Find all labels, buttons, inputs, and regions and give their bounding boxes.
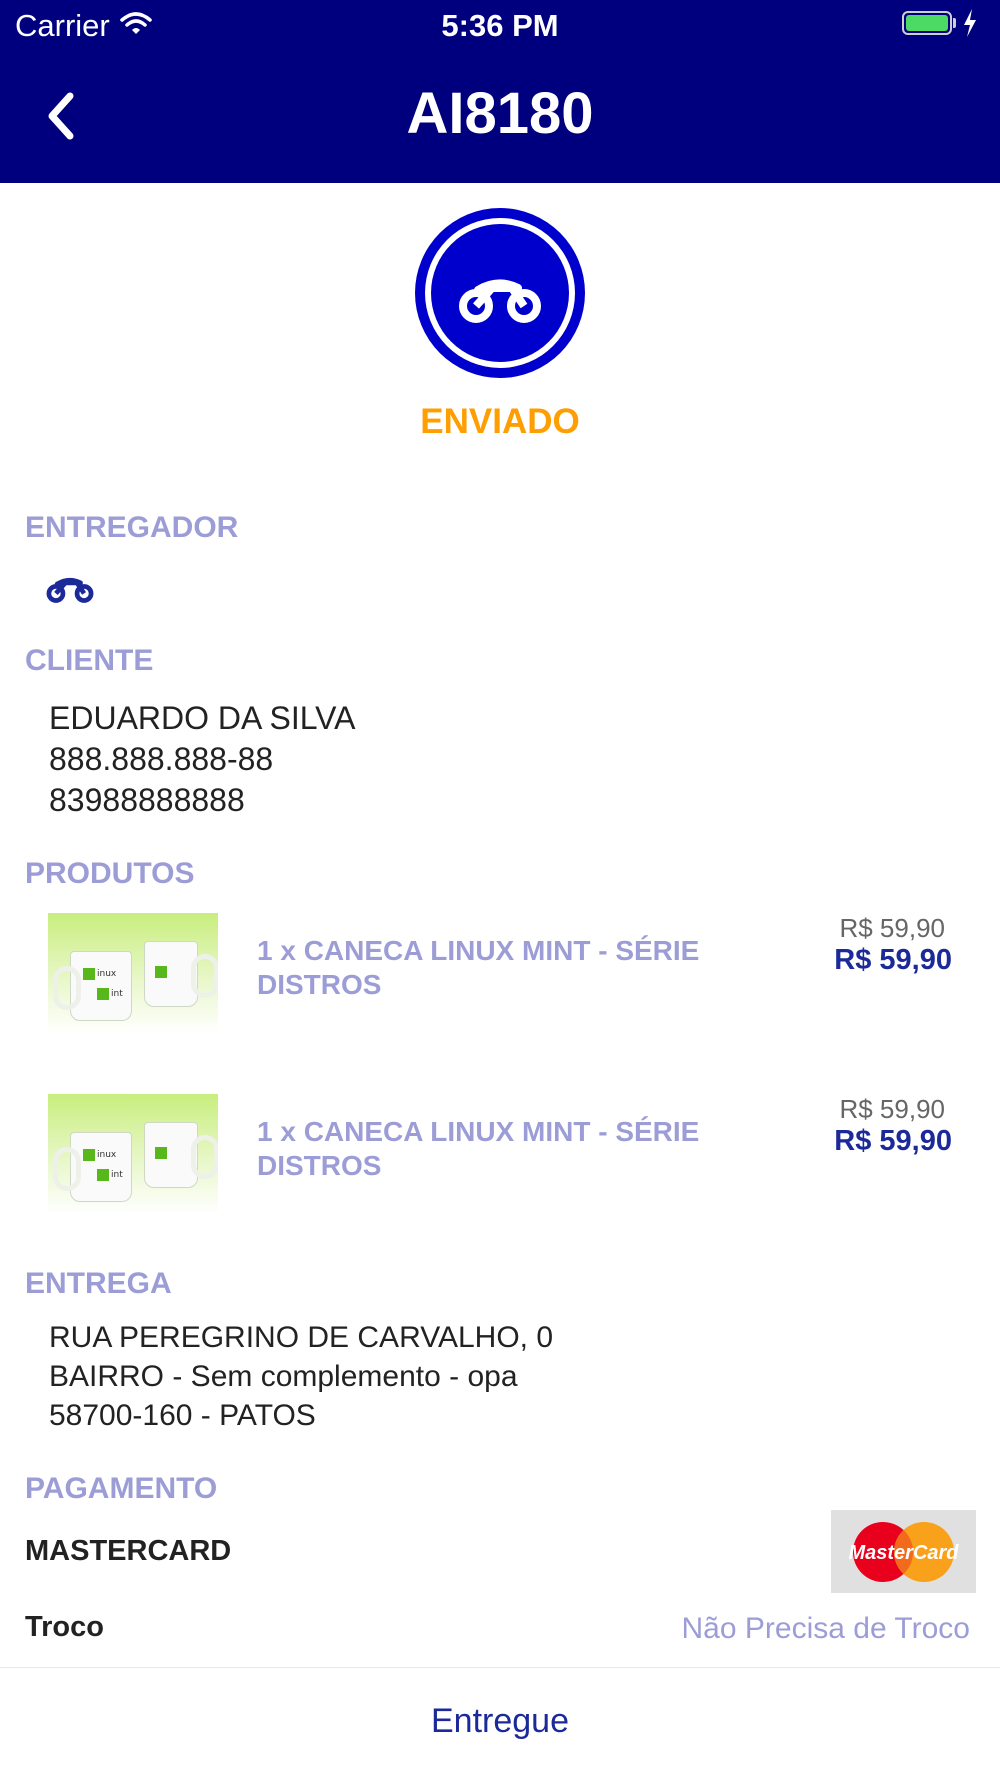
client-cpf: 888.888.888-88 [49, 741, 274, 777]
order-status-badge [415, 208, 585, 378]
charging-bolt-icon [962, 9, 978, 42]
battery-tip [953, 18, 956, 28]
section-produtos: PRODUTOS [25, 857, 195, 890]
section-entregador: ENTREGADOR [25, 511, 239, 544]
status-time: 5:36 PM [441, 8, 559, 43]
navigation-bar: Carrier 5:36 PM AI8180 [0, 0, 1000, 183]
product-unit-price: R$ 59,90 [839, 913, 945, 943]
page-title: AI8180 [406, 81, 594, 146]
product-image: inux int [48, 1094, 218, 1214]
payment-method: MASTERCARD [25, 1535, 232, 1567]
client-name: EDUARDO DA SILVA [49, 700, 356, 736]
product-total-price: R$ 59,90 [834, 944, 952, 976]
section-entrega: ENTREGA [25, 1267, 172, 1300]
address-line-3: 58700-160 - PATOS [49, 1399, 316, 1432]
product-name: 1 x CANECA LINUX MINT - SÉRIE DISTROS [257, 1116, 700, 1181]
mug-text-linux: inux [97, 1150, 117, 1160]
mastercard-logo: MasterCard [831, 1510, 976, 1593]
mug-text-linux: inux [97, 969, 117, 979]
product-unit-price: R$ 59,90 [839, 1094, 945, 1124]
order-status-label: ENVIADO [420, 402, 580, 441]
section-cliente: CLIENTE [25, 644, 154, 677]
courier-motorcycle-icon [45, 570, 95, 609]
mastercard-logo-text: MasterCard [848, 1542, 959, 1564]
footer-divider [0, 1667, 1000, 1668]
product-image: inux int [48, 913, 218, 1033]
motorcycle-icon [459, 279, 541, 323]
client-phone[interactable]: 83988888888 [49, 782, 245, 819]
troco-value: Não Precisa de Troco [681, 1612, 970, 1645]
battery-icon [902, 11, 952, 35]
product-name: 1 x CANECA LINUX MINT - SÉRIE DISTROS [257, 935, 700, 1000]
address-line-2: BAIRRO - Sem complemento - opa [49, 1360, 518, 1393]
section-pagamento: PAGAMENTO [25, 1472, 218, 1505]
mug-text-mint: int [111, 1170, 123, 1180]
entregue-button[interactable]: Entregue [0, 1702, 1000, 1741]
address-line-1: RUA PEREGRINO DE CARVALHO, 0 [49, 1321, 554, 1354]
status-bar: Carrier 5:36 PM [0, 0, 1000, 50]
troco-label: Troco [25, 1611, 104, 1643]
mug-text-mint: int [111, 989, 123, 999]
product-total-price: R$ 59,90 [834, 1125, 952, 1157]
